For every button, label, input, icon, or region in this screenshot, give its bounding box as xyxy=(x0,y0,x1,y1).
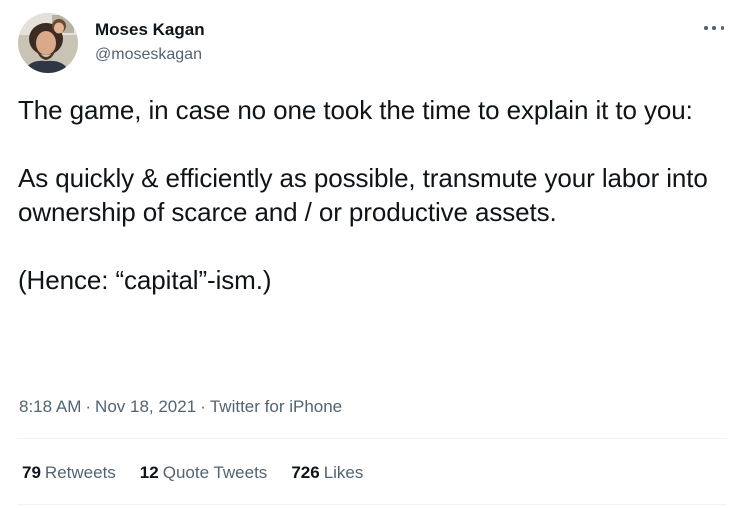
author-block: Moses Kagan @moseskagan xyxy=(95,19,205,65)
quote-tweets-label: Quote Tweets xyxy=(162,463,268,482)
tweet-meta: 8:18 AM · Nov 18, 2021 · Twitter for iPhone xyxy=(19,396,342,418)
author-handle[interactable]: @moseskagan xyxy=(95,45,205,65)
author-avatar[interactable] xyxy=(18,13,78,73)
avatar-image xyxy=(18,13,78,73)
quote-tweets-count: 12 xyxy=(139,463,159,482)
tweet-paragraph: (Hence: “capital”-ism.) xyxy=(18,265,272,295)
more-dot xyxy=(720,26,724,30)
tweet-paragraph: The game, in case no one took the time t… xyxy=(18,95,693,125)
more-horizontal-icon[interactable] xyxy=(704,22,724,34)
divider xyxy=(18,504,726,505)
tweet-stats: 79 Retweets 12 Quote Tweets 726 Likes xyxy=(22,462,363,484)
retweets-count: 79 xyxy=(22,463,41,482)
more-dot xyxy=(712,26,716,30)
author-name[interactable]: Moses Kagan xyxy=(95,19,205,41)
tweet-source[interactable]: Twitter for iPhone xyxy=(210,397,342,416)
tweet-text: The game, in case no one took the time t… xyxy=(18,93,730,297)
likes-stat[interactable]: 726 Likes xyxy=(291,462,363,484)
tweet-card: Moses Kagan @moseskagan The game, in cas… xyxy=(0,0,746,508)
tweet-date[interactable]: Nov 18, 2021 xyxy=(95,397,196,416)
divider xyxy=(18,438,726,439)
retweets-stat[interactable]: 79 Retweets xyxy=(22,462,116,484)
more-dot xyxy=(704,26,708,30)
likes-count: 726 xyxy=(291,463,320,482)
tweet-time[interactable]: 8:18 AM xyxy=(19,397,81,416)
likes-label: Likes xyxy=(323,463,364,482)
tweet-paragraph: As quickly & efficiently as possible, tr… xyxy=(18,163,708,227)
quote-tweets-stat[interactable]: 12 Quote Tweets xyxy=(140,462,268,484)
retweets-label: Retweets xyxy=(44,463,116,482)
meta-separator: · xyxy=(200,397,206,416)
meta-separator: · xyxy=(85,397,92,416)
